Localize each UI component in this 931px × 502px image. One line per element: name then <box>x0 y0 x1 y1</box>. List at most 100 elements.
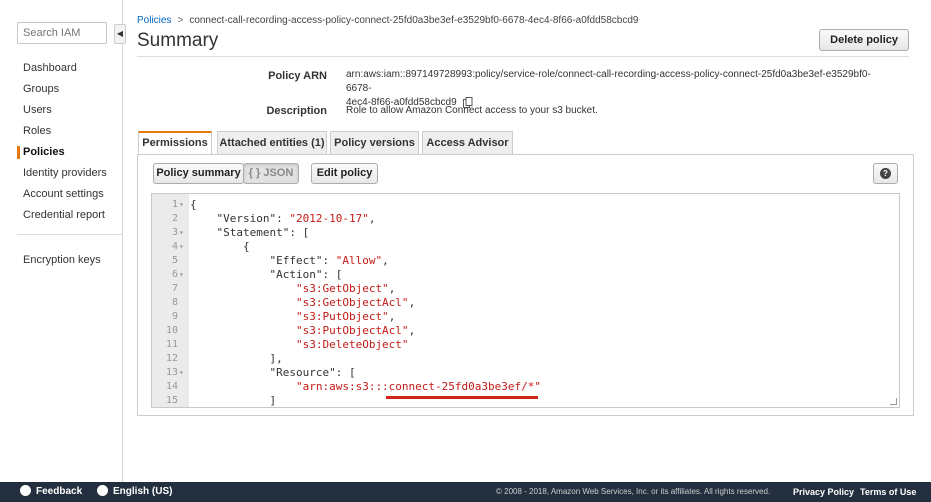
line-number: 15 <box>165 395 178 406</box>
code-text: "Statement": [ <box>190 226 310 240</box>
code-string: "s3:GetObjectAcl" <box>295 296 409 309</box>
sidebar-item-roles[interactable]: Roles <box>0 121 123 142</box>
fold-arrow-icon[interactable]: ▾ <box>179 240 187 254</box>
code-line: 1 ▾{ <box>152 198 899 212</box>
json-view-button[interactable]: { } JSON <box>243 163 299 184</box>
code-string: "s3:GetObject" <box>295 282 389 295</box>
code-line: 3 ▾ "Statement": [ <box>152 226 899 240</box>
code-text: ], <box>190 352 283 366</box>
line-number: 5 <box>171 255 178 266</box>
code-string: "arn:aws:s3:::connect-25fd0a3be3ef/*" <box>295 380 542 393</box>
policy-summary-button[interactable]: Policy summary <box>153 163 244 184</box>
code-line: 2 "Version": "2012-10-17", <box>152 212 899 226</box>
code-text: { <box>190 240 250 254</box>
code-string: "s3:PutObjectAcl" <box>295 324 409 337</box>
delete-policy-button[interactable]: Delete policy <box>819 29 909 51</box>
code-text: { <box>190 198 197 212</box>
code-string: "s3:DeleteObject" <box>295 338 409 351</box>
sidebar-nav-bottom: Encryption keys <box>0 250 123 271</box>
permissions-panel: Policy summary { } JSON Edit policy ? 1 ▾… <box>137 154 914 416</box>
code-text: "Resource": [ <box>190 366 355 380</box>
description-value: Role to allow Amazon Connect access to y… <box>346 105 598 116</box>
fold-arrow-icon[interactable]: ▾ <box>179 198 187 212</box>
sidebar-item-users[interactable]: Users <box>0 100 123 121</box>
tab-attached-entities[interactable]: Attached entities (1) <box>217 131 327 154</box>
code-line: 6 ▾ "Action": [ <box>152 268 899 282</box>
breadcrumb-policies-link[interactable]: Policies <box>137 15 171 26</box>
page-title: Summary <box>137 30 219 51</box>
code-text: ] <box>190 394 277 407</box>
tab-access-advisor[interactable]: Access Advisor <box>422 131 513 154</box>
line-number: 4 <box>171 241 178 252</box>
code-text: "s3:PutObjectAcl", <box>190 324 415 338</box>
policy-arn-line1: arn:aws:iam::897149728993:policy/service… <box>346 69 871 94</box>
code-text: "s3:DeleteObject" <box>190 338 409 352</box>
code-line: 10 "s3:PutObjectAcl", <box>152 324 899 338</box>
line-number: 9 <box>171 311 178 322</box>
code-token: { <box>190 198 197 211</box>
sidebar-item-policies[interactable]: Policies <box>0 142 123 163</box>
breadcrumb-separator: > <box>177 15 184 26</box>
code-text: "Version": "2012-10-17", <box>190 212 376 226</box>
sidebar: ◀ Dashboard Groups Users Roles Policies … <box>0 0 126 482</box>
help-button[interactable]: ? <box>873 163 898 184</box>
language-selector[interactable]: English (US) <box>97 482 172 502</box>
feedback-link[interactable]: Feedback <box>20 482 82 502</box>
edit-policy-button[interactable]: Edit policy <box>311 163 378 184</box>
code-string: "Allow" <box>335 254 383 267</box>
code-token: ], <box>269 352 283 365</box>
sidebar-item-credential-report[interactable]: Credential report <box>0 205 123 226</box>
search-input[interactable] <box>17 22 107 44</box>
sidebar-item-identity-providers[interactable]: Identity providers <box>0 163 123 184</box>
line-number: 10 <box>165 325 178 336</box>
code-token: , <box>382 254 389 267</box>
tab-policy-versions[interactable]: Policy versions <box>330 131 419 154</box>
code-token: ] <box>269 394 277 407</box>
code-token: "Action": [ <box>269 268 343 281</box>
code-string: "2012-10-17" <box>289 212 369 225</box>
code-line: 13 ▾ "Resource": [ <box>152 366 899 380</box>
fold-arrow-icon[interactable]: ▾ <box>179 268 187 282</box>
terms-of-use-link[interactable]: Terms of Use <box>860 482 916 502</box>
feedback-label: Feedback <box>36 486 83 497</box>
line-number: 6 <box>171 269 178 280</box>
sidebar-item-account-settings[interactable]: Account settings <box>0 184 123 205</box>
tab-permissions[interactable]: Permissions <box>138 131 212 155</box>
code-token: , <box>368 212 376 225</box>
code-token: , <box>388 282 396 295</box>
json-editor[interactable]: 1 ▾{2 "Version": "2012-10-17", 3 ▾ "Stateme… <box>151 193 900 408</box>
code-text: "Action": [ <box>190 268 342 282</box>
fold-arrow-icon[interactable]: ▾ <box>179 226 187 240</box>
sidebar-item-encryption-keys[interactable]: Encryption keys <box>0 250 123 271</box>
privacy-policy-link[interactable]: Privacy Policy <box>793 482 854 502</box>
speech-bubble-icon <box>20 484 31 496</box>
code-text: "s3:GetObject", <box>190 282 395 296</box>
main-content: Policies > connect-call-recording-access-p… <box>124 0 931 482</box>
code-token: "Version": <box>216 212 290 225</box>
code-token: "Statement": [ <box>216 226 310 239</box>
language-label: English (US) <box>113 486 173 497</box>
fold-arrow-icon[interactable]: ▾ <box>179 366 187 380</box>
line-number: 8 <box>171 297 178 308</box>
line-number: 12 <box>165 353 178 364</box>
code-line: 9 "s3:PutObject", <box>152 310 899 324</box>
sidebar-item-groups[interactable]: Groups <box>0 79 123 100</box>
line-number: 2 <box>171 213 178 224</box>
code-line: 12 ], <box>152 352 899 366</box>
description-label: Description <box>266 105 327 117</box>
code-string: "s3:PutObject" <box>295 310 389 323</box>
line-number: 3 <box>171 227 178 238</box>
sidebar-item-dashboard[interactable]: Dashboard <box>0 58 123 79</box>
code-text: "s3:GetObjectAcl", <box>190 296 415 310</box>
code-token: , <box>408 296 416 309</box>
